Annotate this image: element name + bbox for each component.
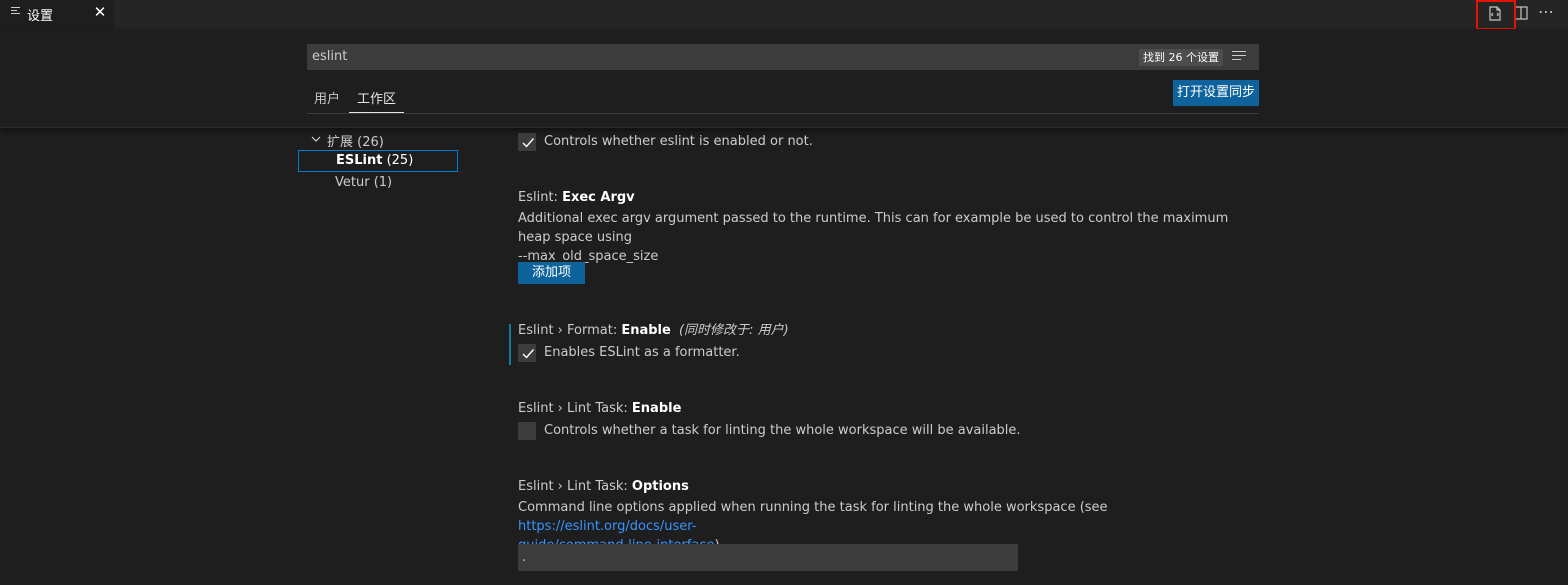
toc-item-eslint[interactable]: ESLint (25) [298,150,458,172]
more-actions-icon[interactable]: ⋯ [1538,2,1558,22]
setting-exec-argv: Eslint: Exec Argv Additional exec argv a… [518,189,1248,266]
setting-category: Eslint › Lint Task: [518,479,632,494]
highlight-box [1476,0,1516,30]
tab-label: 设置 [27,9,54,24]
toc-item-vetur[interactable]: Vetur (1) [298,173,458,195]
tab-workspace[interactable]: 工作区 [357,88,396,107]
eslint-enable-checkbox[interactable] [518,133,536,151]
lint-task-enable-description: Controls whether a task for linting the … [544,423,1021,438]
setting-title: Eslint: Exec Argv [518,189,1248,207]
setting-title: Eslint › Lint Task: Options [518,478,1248,496]
setting-name: Options [631,479,689,494]
setting-category: Eslint › Format: [518,323,622,338]
settings-tab[interactable]: 设置 ✕ [0,0,114,29]
format-enable-description: Enables ESLint as a formatter. [544,345,740,360]
toc-item-count: (25) [386,153,414,168]
setting-title: Eslint › Lint Task: Enable [518,400,1248,418]
description-line: --max_old_space_size [518,249,659,264]
search-box[interactable]: eslint 找到 26 个设置 [307,44,1259,70]
lint-task-enable-checkbox[interactable] [518,422,536,440]
toc-item-name: ESLint [336,153,383,168]
close-icon[interactable]: ✕ [92,3,108,23]
setting-name: Enable [631,401,682,416]
settings-sync-button[interactable]: 打开设置同步 [1173,80,1259,106]
result-count-badge: 找到 26 个设置 [1139,49,1223,66]
docs-link[interactable]: https://eslint.org/docs/user- [518,519,696,534]
tab-user[interactable]: 用户 [314,88,340,107]
setting-category: Eslint: [518,190,563,205]
setting-title: Eslint › Format: Enable (同时修改于: 用户) [518,322,1248,340]
description-line: Additional exec argv argument passed to … [518,211,1229,245]
setting-format-enable: Eslint › Format: Enable (同时修改于: 用户) [518,322,1248,340]
setting-category: Eslint › Lint Task: [518,401,632,416]
description-text: Command line options applied when runnin… [518,500,1108,515]
preferences-list-icon [11,7,21,19]
lint-task-options-input[interactable]: . [518,544,1018,571]
clear-filter-icon[interactable] [1232,51,1247,63]
add-item-button[interactable]: 添加项 [518,262,585,284]
toc-group-extensions[interactable]: 扩展 (26) [327,131,384,150]
modified-indicator [509,324,511,365]
setting-description: Additional exec argv argument passed to … [518,209,1248,266]
setting-name: Exec Argv [562,190,635,205]
search-input[interactable]: eslint [312,49,347,64]
chevron-down-icon[interactable] [310,133,322,149]
scope-divider [307,113,1259,114]
setting-lint-task-enable: Eslint › Lint Task: Enable [518,400,1248,418]
eslint-enable-description: Controls whether eslint is enabled or no… [544,134,813,149]
modified-elsewhere-note[interactable]: (同时修改于: 用户) [679,323,789,338]
setting-name: Enable [621,323,671,338]
editor-tab-bar: 设置 ✕ ⋯ [0,0,1568,30]
format-enable-checkbox[interactable] [518,344,536,362]
